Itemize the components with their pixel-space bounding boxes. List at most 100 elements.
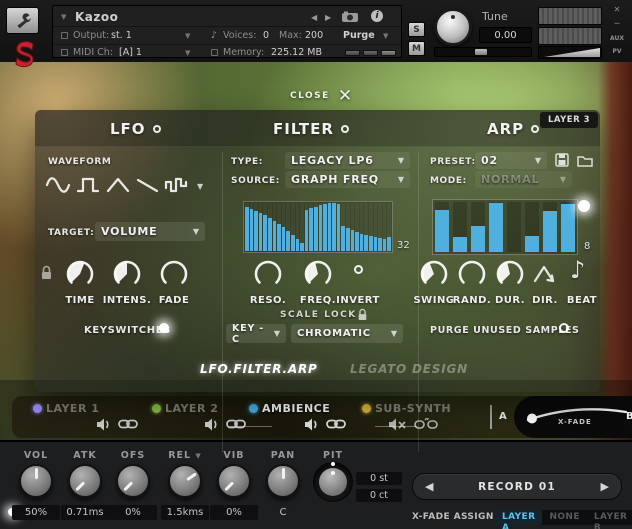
graph-bar[interactable] xyxy=(254,203,258,251)
graph-bar[interactable] xyxy=(471,202,485,252)
rel-knob[interactable] xyxy=(168,464,202,498)
atk-value[interactable]: 0.71ms xyxy=(61,505,109,520)
graph-bar[interactable] xyxy=(286,203,290,251)
graph-bar[interactable] xyxy=(507,202,521,252)
prev-instrument-icon[interactable]: ◀ xyxy=(311,13,317,22)
invert-toggle[interactable] xyxy=(354,265,363,274)
layer1-link-icon[interactable] xyxy=(118,418,138,430)
lfo-power-icon[interactable] xyxy=(153,125,161,133)
waveform-dropdown-icon[interactable]: ▼ xyxy=(197,182,203,191)
graph-bar[interactable] xyxy=(337,203,341,251)
layer2-speaker-icon[interactable] xyxy=(204,418,220,431)
graph-bar[interactable] xyxy=(341,203,345,251)
filter-source-dropdown[interactable]: GRAPH FREQ ▼ xyxy=(285,171,410,188)
subsynth-tab[interactable]: SUB-SYNTH xyxy=(375,402,451,415)
graph-bar[interactable] xyxy=(300,203,304,251)
graph-bar[interactable] xyxy=(328,203,332,251)
graph-bar[interactable] xyxy=(383,203,387,251)
close-window-icon[interactable]: ✕ xyxy=(607,5,627,14)
graph-bar[interactable] xyxy=(296,203,300,251)
output-value[interactable]: st. 1 xyxy=(111,30,132,41)
pan-slider[interactable] xyxy=(434,47,532,57)
swing-knob[interactable] xyxy=(418,258,450,290)
graph-bar[interactable] xyxy=(273,203,277,251)
intensity-knob[interactable] xyxy=(111,258,143,290)
ambience-tab[interactable]: AMBIENCE xyxy=(262,402,330,415)
keyswitches-toggle[interactable] xyxy=(159,323,169,333)
pit-semitone-value[interactable]: 0 st xyxy=(356,472,402,485)
layer1-tab[interactable]: LAYER 1 xyxy=(46,402,99,415)
graph-bar[interactable] xyxy=(561,202,575,252)
rel-dropdown-icon[interactable]: ▼ xyxy=(195,452,201,460)
pan-knob[interactable] xyxy=(266,464,300,498)
atk-knob[interactable] xyxy=(68,464,102,498)
graph-bar[interactable] xyxy=(355,203,359,251)
pit-cent-value[interactable]: 0 ct xyxy=(356,489,402,502)
graph-bar[interactable] xyxy=(309,203,313,251)
pv-button[interactable]: PV xyxy=(607,48,627,55)
vol-value[interactable]: 50% xyxy=(12,505,60,520)
ofs-value[interactable]: 0% xyxy=(109,505,157,520)
graph-bar[interactable] xyxy=(351,203,355,251)
graph-bar[interactable] xyxy=(250,203,254,251)
direction-icon[interactable] xyxy=(532,262,558,286)
record-next-icon[interactable]: ▶ xyxy=(601,480,609,493)
resonance-knob[interactable] xyxy=(252,258,284,290)
load-preset-folder-icon[interactable] xyxy=(577,154,593,167)
rel-value[interactable]: 1.5kms xyxy=(161,505,209,520)
graph-bar[interactable] xyxy=(369,203,373,251)
vib-knob[interactable] xyxy=(217,464,251,498)
save-preset-icon[interactable] xyxy=(555,153,569,167)
graph-bar[interactable] xyxy=(360,203,364,251)
record-selector[interactable]: ◀ RECORD 01 ▶ xyxy=(412,473,622,500)
graph-bar[interactable] xyxy=(543,202,557,252)
sine-wave-icon[interactable] xyxy=(45,174,71,196)
arp-power-icon[interactable] xyxy=(531,125,539,133)
graph-bar[interactable] xyxy=(453,202,467,252)
graph-bar[interactable] xyxy=(364,203,368,251)
max-value[interactable]: 200 xyxy=(305,30,323,41)
saw-wave-icon[interactable] xyxy=(135,174,161,196)
vib-value[interactable]: 0% xyxy=(210,505,258,520)
close-overlay-button[interactable]: CLOSE ✕ xyxy=(290,86,352,106)
pan-value[interactable]: C xyxy=(259,505,307,520)
tune-knob[interactable] xyxy=(434,8,472,46)
random-wave-icon[interactable] xyxy=(163,174,191,196)
layer1-speaker-icon[interactable] xyxy=(96,418,112,431)
filter-type-dropdown[interactable]: LEGACY LP6 ▼ xyxy=(285,152,410,169)
purge-dropdown-icon[interactable]: ▼ xyxy=(383,32,388,40)
xfade-assign-none[interactable]: NONE xyxy=(542,510,586,525)
midi-value[interactable]: [A] 1 xyxy=(119,47,142,58)
filter-frequency-graph[interactable] xyxy=(243,201,393,253)
tune-value[interactable]: 0.00 xyxy=(479,27,532,43)
aux-button[interactable]: AUX xyxy=(607,35,627,42)
lock-icon[interactable] xyxy=(40,265,53,280)
arp-step-graph[interactable] xyxy=(432,199,578,255)
graph-bar[interactable] xyxy=(263,203,267,251)
graph-bar[interactable] xyxy=(305,203,309,251)
graph-bar[interactable] xyxy=(332,203,336,251)
purge-menu[interactable]: Purge xyxy=(343,30,375,41)
mode-dropdown[interactable]: NORMAL ▼ xyxy=(475,171,572,188)
graph-bar[interactable] xyxy=(291,203,295,251)
layer2-link-icon[interactable] xyxy=(226,418,246,430)
graph-bar[interactable] xyxy=(314,203,318,251)
frequency-knob[interactable] xyxy=(302,258,334,290)
triangle-wave-icon[interactable] xyxy=(105,174,131,196)
time-knob[interactable] xyxy=(64,258,96,290)
next-instrument-icon[interactable]: ▶ xyxy=(325,13,331,22)
graph-bar[interactable] xyxy=(525,202,539,252)
fade-knob[interactable] xyxy=(158,258,190,290)
xfade-assign-layer-a[interactable]: LAYER A xyxy=(495,510,542,525)
midi-dropdown-icon[interactable]: ▼ xyxy=(185,49,190,57)
graph-bar[interactable] xyxy=(489,202,503,252)
square-wave-icon[interactable] xyxy=(75,174,101,196)
mute-button[interactable]: M xyxy=(408,41,425,56)
pit-knob[interactable] xyxy=(313,462,353,502)
info-icon[interactable]: i xyxy=(371,10,383,22)
graph-bar[interactable] xyxy=(346,203,350,251)
subsynth-muted-speaker-icon[interactable] xyxy=(388,418,407,431)
output-dropdown-icon[interactable]: ▼ xyxy=(185,32,190,40)
random-knob[interactable] xyxy=(456,258,488,290)
ambience-link-icon[interactable] xyxy=(326,418,346,430)
